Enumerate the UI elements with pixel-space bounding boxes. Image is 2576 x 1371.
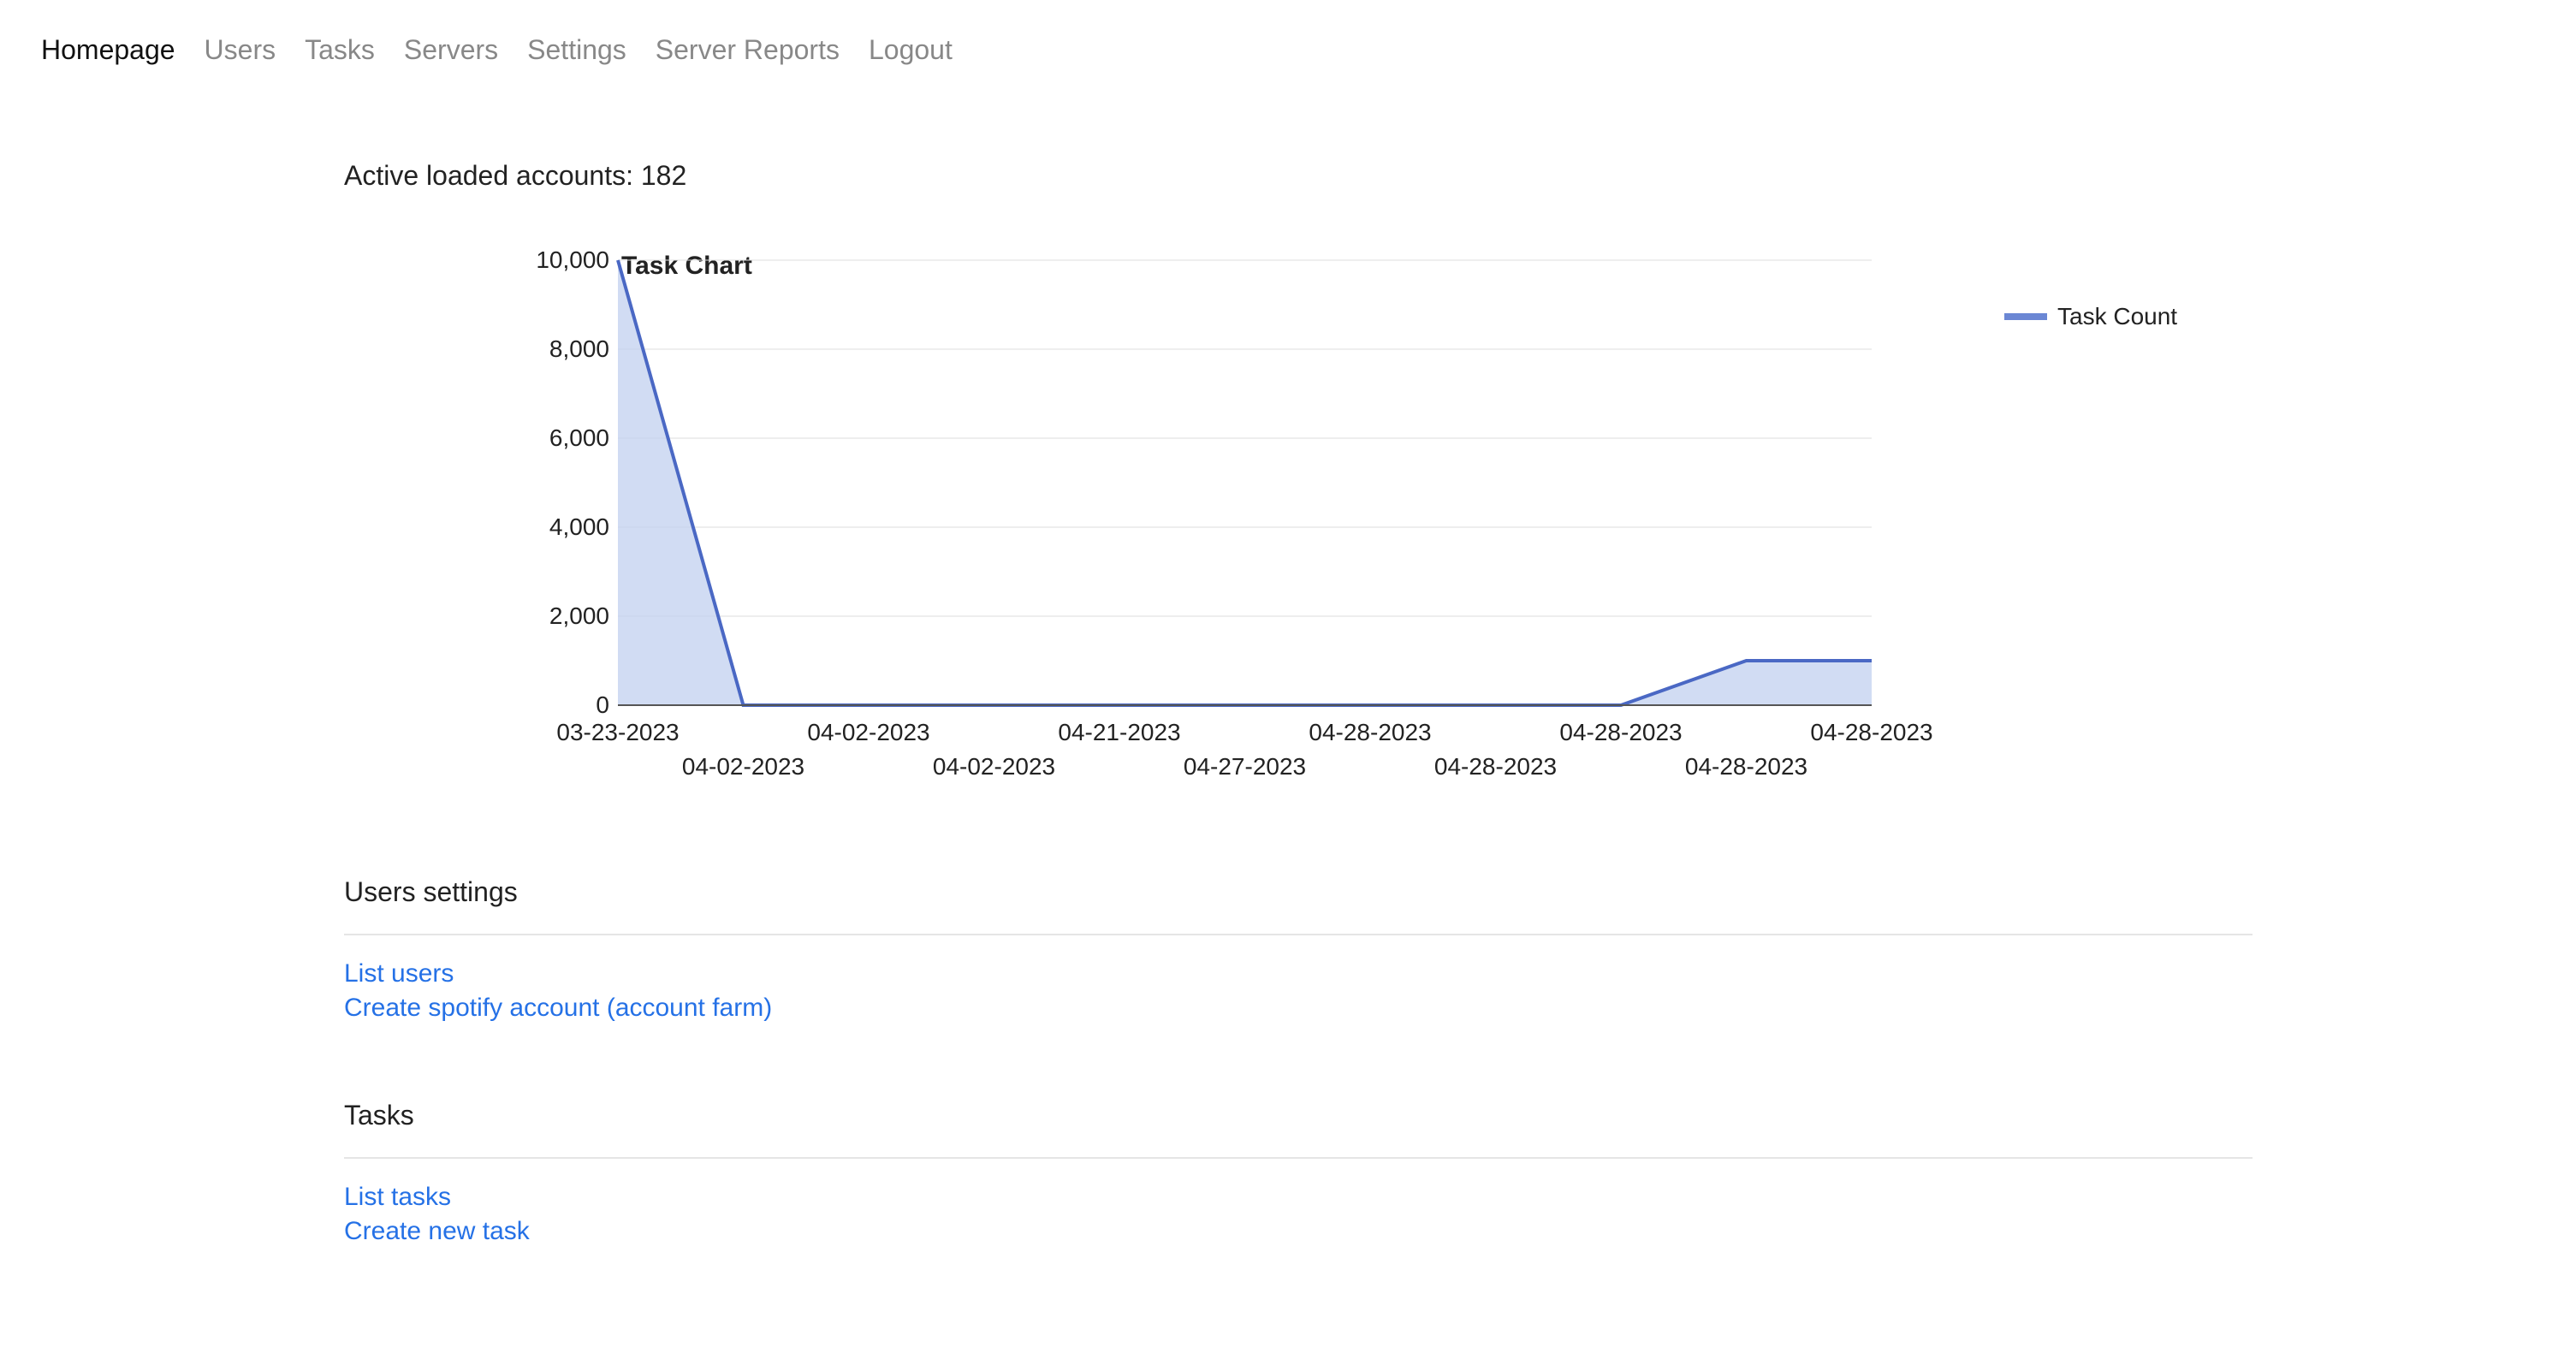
- x-tick-label: 04-02-2023: [682, 753, 804, 780]
- x-tick-label: 04-28-2023: [1559, 719, 1682, 746]
- x-tick-label: 03-23-2023: [556, 719, 679, 746]
- active-accounts-label: Active loaded accounts:: [344, 160, 641, 191]
- x-tick-label: 04-02-2023: [807, 719, 929, 746]
- legend-label: Task Count: [2057, 303, 2177, 330]
- active-accounts-value: 182: [641, 160, 686, 191]
- link-list-users[interactable]: List users: [344, 959, 2253, 988]
- x-tick-label: 04-21-2023: [1058, 719, 1180, 746]
- x-tick-label: 04-28-2023: [1309, 719, 1431, 746]
- y-tick-label: 10,000: [536, 246, 609, 274]
- x-tick-label: 04-27-2023: [1184, 753, 1306, 780]
- y-tick-label: 8,000: [549, 335, 609, 363]
- nav-item-server-reports[interactable]: Server Reports: [656, 34, 840, 66]
- link-create-new-task[interactable]: Create new task: [344, 1217, 2253, 1246]
- nav-item-settings[interactable]: Settings: [527, 34, 626, 66]
- link-list-tasks[interactable]: List tasks: [344, 1183, 2253, 1212]
- section-users-settings: Users settings List users Create spotify a…: [344, 876, 2253, 1023]
- task-chart: Task Chart 02,0004,0006,0008,00010,00003…: [344, 252, 2253, 799]
- top-nav: Homepage Users Tasks Servers Settings Server …: [0, 0, 2576, 66]
- x-tick-label: 04-28-2023: [1810, 719, 1932, 746]
- chart-legend: Task Count: [2004, 303, 2177, 330]
- x-tick-label: 04-02-2023: [933, 753, 1055, 780]
- divider: [344, 1157, 2253, 1159]
- nav-item-servers[interactable]: Servers: [404, 34, 498, 66]
- section-title: Tasks: [344, 1100, 2253, 1131]
- divider: [344, 934, 2253, 935]
- y-tick-label: 4,000: [549, 513, 609, 541]
- legend-swatch-icon: [2004, 313, 2047, 320]
- nav-item-logout[interactable]: Logout: [869, 34, 953, 66]
- link-create-spotify-account-account-farm[interactable]: Create spotify account (account farm): [344, 994, 2253, 1023]
- nav-item-homepage[interactable]: Homepage: [41, 34, 175, 66]
- x-tick-label: 04-28-2023: [1685, 753, 1807, 780]
- y-tick-label: 6,000: [549, 424, 609, 452]
- section-title: Users settings: [344, 876, 2253, 908]
- nav-item-users[interactable]: Users: [205, 34, 276, 66]
- x-tick-label: 04-28-2023: [1434, 753, 1557, 780]
- y-tick-label: 0: [596, 691, 609, 719]
- nav-item-tasks[interactable]: Tasks: [305, 34, 375, 66]
- active-accounts-stat: Active loaded accounts: 182: [344, 160, 2253, 192]
- chart-plot-area: 02,0004,0006,0008,00010,00003-23-202304-…: [344, 252, 1885, 799]
- y-tick-label: 2,000: [549, 602, 609, 630]
- section-tasks: Tasks List tasks Create new task: [344, 1100, 2253, 1246]
